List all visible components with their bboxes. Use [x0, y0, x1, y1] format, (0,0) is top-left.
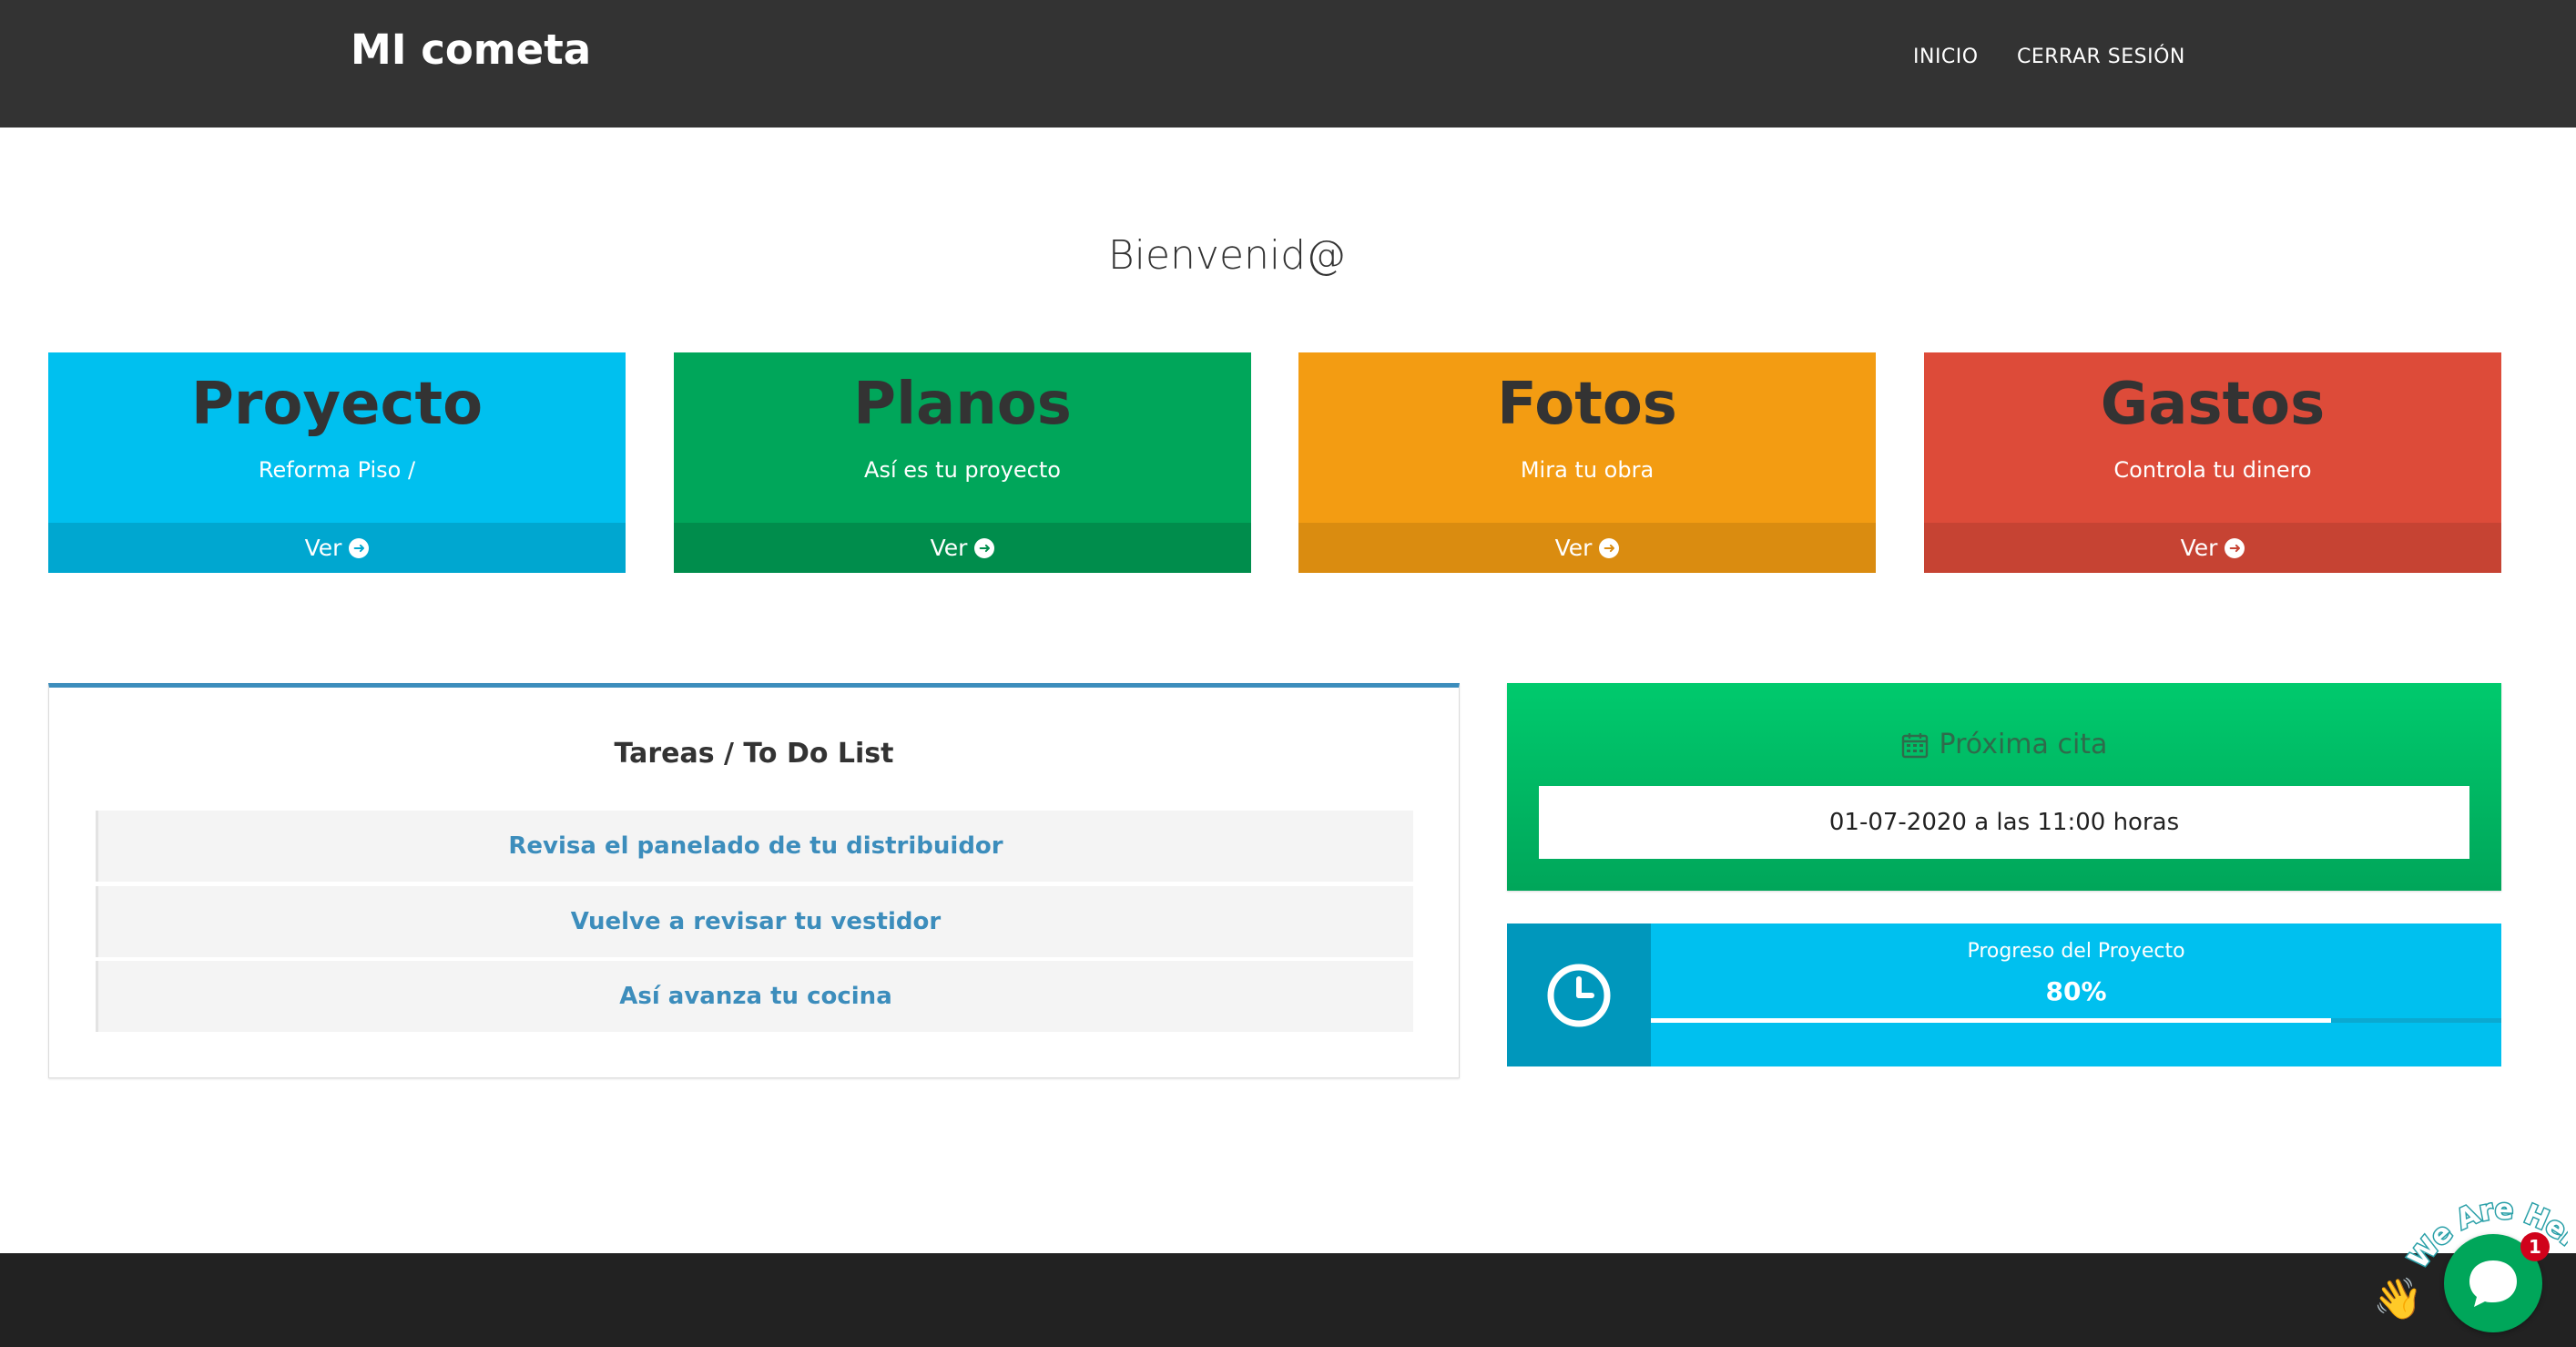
- tile-proyecto-ver-link[interactable]: Ver ➜: [48, 523, 626, 573]
- tile-title: Planos: [853, 371, 1072, 438]
- brand-logo[interactable]: MI cometa: [351, 26, 591, 74]
- tile-fotos-ver-link[interactable]: Ver ➜: [1298, 523, 1876, 573]
- appointment-date: 01-07-2020 a las 11:00 horas: [1539, 786, 2469, 859]
- calendar-icon: [1901, 732, 1928, 758]
- chat-widget: We Are Here! 👋 1: [2367, 1166, 2576, 1347]
- tile-action-label: Ver: [304, 535, 342, 561]
- page-footer: [0, 1253, 2576, 1347]
- welcome-heading: Bienvenid@: [0, 232, 2576, 279]
- nav-link-cerrar-sesion[interactable]: CERRAR SESIÓN: [2017, 46, 2185, 68]
- tile-subtitle: Controla tu dinero: [2113, 457, 2312, 483]
- tile-proyecto: Proyecto Reforma Piso / Ver ➜: [48, 352, 626, 573]
- tile-gastos: Gastos Controla tu dinero Ver ➜: [1924, 352, 2501, 573]
- appointment-header: Próxima cita: [1507, 729, 2501, 760]
- tile-gastos-ver-link[interactable]: Ver ➜: [1924, 523, 2501, 573]
- welcome-text: Bienvenid@: [1107, 232, 1347, 279]
- tile-planos: Planos Así es tu proyecto Ver ➜: [674, 352, 1251, 573]
- tile-action-label: Ver: [930, 535, 968, 561]
- tile-subtitle: Mira tu obra: [1520, 457, 1655, 483]
- nav-link-inicio[interactable]: INICIO: [1913, 46, 1979, 68]
- arrow-circle-right-icon: ➜: [974, 537, 995, 558]
- tile-title: Fotos: [1497, 371, 1677, 438]
- arrow-circle-right-icon: ➜: [2225, 537, 2245, 558]
- todo-item[interactable]: Revisa el panelado de tu distribuidor: [96, 811, 1413, 882]
- tile-planos-ver-link[interactable]: Ver ➜: [674, 523, 1251, 573]
- progress-value: 80%: [2045, 976, 2107, 1006]
- tile-subtitle: Así es tu proyecto: [864, 457, 1061, 483]
- clock-icon: [1547, 964, 1611, 1026]
- arrow-circle-right-icon: ➜: [1599, 537, 1620, 558]
- progress-bar: [1651, 1018, 2501, 1023]
- user-name-redacted: [1359, 254, 1468, 261]
- tile-action-label: Ver: [2180, 535, 2218, 561]
- todo-item[interactable]: Así avanza tu cocina: [96, 961, 1413, 1032]
- tile-action-label: Ver: [1554, 535, 1593, 561]
- progress-label: Progreso del Proyecto: [1967, 940, 2185, 963]
- todo-list-box: Tareas / To Do List Revisa el panelado d…: [48, 683, 1460, 1078]
- tile-fotos: Fotos Mira tu obra Ver ➜: [1298, 352, 1876, 573]
- next-appointment-box: Próxima cita 01-07-2020 a las 11:00 hora…: [1507, 683, 2501, 891]
- tile-subtitle: Reforma Piso /: [258, 457, 416, 483]
- todo-list-title: Tareas / To Do List: [614, 738, 894, 770]
- progress-bar-fill: [1651, 1018, 2332, 1023]
- tile-title: Proyecto: [190, 371, 484, 438]
- waving-hand-icon: 👋: [2373, 1276, 2423, 1322]
- arrow-circle-right-icon: ➜: [349, 537, 370, 558]
- tile-title: Gastos: [2100, 371, 2326, 438]
- progress-icon-area: [1507, 924, 1651, 1066]
- chat-unread-badge: 1: [2520, 1232, 2550, 1261]
- top-navbar: MI cometa INICIO CERRAR SESIÓN: [0, 0, 2576, 128]
- todo-item[interactable]: Vuelve a revisar tu vestidor: [96, 886, 1413, 957]
- appointment-title: Próxima cita: [1939, 729, 2108, 760]
- project-progress-box: Progreso del Proyecto 80%: [1507, 924, 2501, 1066]
- chat-bubble-icon: [2469, 1260, 2517, 1307]
